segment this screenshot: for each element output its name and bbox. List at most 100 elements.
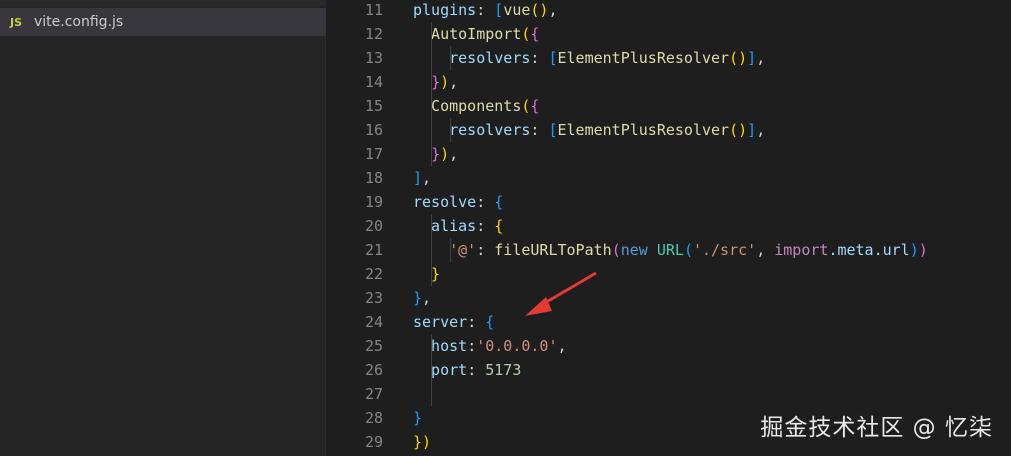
code-token: URL xyxy=(656,241,684,259)
indent-guide xyxy=(431,22,432,166)
code-token: , xyxy=(422,169,432,187)
code-token: : xyxy=(476,193,495,211)
code-token: () xyxy=(729,49,748,67)
code-text: ], xyxy=(413,166,431,190)
code-token: .meta.url xyxy=(828,241,910,259)
code-token: [ xyxy=(548,121,558,139)
code-token: ) xyxy=(918,241,928,259)
line-number: 17 xyxy=(364,145,383,163)
code-line[interactable]: 15 Components({ xyxy=(327,94,1011,118)
code-line[interactable]: 17 }), xyxy=(327,142,1011,166)
file-item-vite-config[interactable]: JS vite.config.js xyxy=(0,8,326,36)
code-token: ] xyxy=(747,121,757,139)
code-token: } xyxy=(431,73,441,91)
code-line[interactable]: 21 '@': fileURLToPath(new URL('./src', i… xyxy=(327,238,1011,262)
code-token: : xyxy=(467,361,486,379)
code-text: server: { xyxy=(413,310,494,334)
code-text: resolvers: [ElementPlusResolver()], xyxy=(413,46,765,70)
code-token: : xyxy=(530,49,549,67)
code-line[interactable]: 25 host:'0.0.0.0', xyxy=(327,334,1011,358)
code-token: , xyxy=(756,241,775,259)
code-token: plugins xyxy=(413,1,477,19)
code-text: plugins: [vue(), xyxy=(413,0,558,22)
code-token: , xyxy=(449,145,459,163)
line-number: 19 xyxy=(364,193,383,211)
code-token: , xyxy=(548,1,558,19)
code-text: alias: { xyxy=(413,214,503,238)
code-line[interactable]: 11 plugins: [vue(), xyxy=(327,0,1011,22)
code-token: '@' xyxy=(413,241,477,259)
code-token: vue xyxy=(503,1,531,19)
code-token: } xyxy=(431,145,441,163)
indent-guide xyxy=(450,118,451,142)
code-line[interactable]: 16 resolvers: [ElementPlusResolver()], xyxy=(327,118,1011,142)
code-token: Components xyxy=(413,97,522,115)
line-number: 23 xyxy=(364,289,383,307)
code-text: host:'0.0.0.0', xyxy=(413,334,567,358)
code-editor[interactable]: 11 plugins: [vue(), 12 AutoImport({13 reso… xyxy=(327,0,1011,456)
code-token: , xyxy=(756,121,766,139)
code-line[interactable]: 20 alias: { xyxy=(327,214,1011,238)
code-line[interactable]: 23}, xyxy=(327,286,1011,310)
code-text: port: 5173 xyxy=(413,358,521,382)
code-token: }) xyxy=(413,433,432,451)
code-token: ] xyxy=(413,169,423,187)
line-number: 22 xyxy=(364,265,383,283)
code-text: resolve: { xyxy=(413,190,503,214)
code-token: () xyxy=(530,1,549,19)
code-text: '@': fileURLToPath(new URL('./src', impo… xyxy=(413,238,928,262)
indent-guide xyxy=(431,214,432,286)
code-line[interactable]: 13 resolvers: [ElementPlusResolver()], xyxy=(327,46,1011,70)
code-token: import xyxy=(774,241,829,259)
code-token: , xyxy=(449,73,459,91)
code-text: } xyxy=(413,406,422,430)
code-text: } xyxy=(413,262,440,286)
code-token: { xyxy=(494,217,504,235)
code-token: fileURLToPath xyxy=(494,241,612,259)
code-line[interactable]: 19 resolve: { xyxy=(327,190,1011,214)
code-token: 5173 xyxy=(485,361,522,379)
code-token: server xyxy=(413,313,468,331)
code-token: : xyxy=(467,337,477,355)
code-token: alias xyxy=(413,217,477,235)
line-number: 14 xyxy=(364,73,383,91)
code-token: [ xyxy=(494,1,504,19)
code-token: host xyxy=(413,337,468,355)
code-line[interactable]: 24 server: { xyxy=(327,310,1011,334)
line-number: 20 xyxy=(364,217,383,235)
code-token: { xyxy=(530,97,540,115)
code-line[interactable]: 26 port: 5173 xyxy=(327,358,1011,382)
line-number: 25 xyxy=(364,337,383,355)
watermark: 掘金技术社区 @ 忆柒 xyxy=(760,415,993,441)
code-token: ) xyxy=(909,241,919,259)
code-line[interactable]: 18], xyxy=(327,166,1011,190)
code-text: }), xyxy=(413,70,458,94)
line-number: 18 xyxy=(364,169,383,187)
code-token: ( xyxy=(611,241,621,259)
indent-guide xyxy=(450,238,451,262)
code-text: resolvers: [ElementPlusResolver()], xyxy=(413,118,765,142)
code-token: port xyxy=(413,361,468,379)
code-token: } xyxy=(413,289,423,307)
code-token: } xyxy=(413,265,441,283)
code-token: ElementPlusResolver xyxy=(557,121,730,139)
line-number: 13 xyxy=(364,49,383,67)
code-line[interactable]: 22 } xyxy=(327,262,1011,286)
indent-guide xyxy=(431,334,432,406)
file-name-label: vite.config.js xyxy=(34,14,124,30)
code-token: , xyxy=(557,337,567,355)
code-line[interactable]: 27 xyxy=(327,382,1011,406)
code-line[interactable]: 12 AutoImport({ xyxy=(327,22,1011,46)
code-line[interactable]: 14 }), xyxy=(327,70,1011,94)
line-number: 29 xyxy=(364,433,383,451)
code-token: new xyxy=(620,241,657,259)
file-explorer-sidebar: JS vite.config.js xyxy=(0,0,326,456)
code-text: }) xyxy=(413,430,431,454)
code-token: , xyxy=(756,49,766,67)
code-token: { xyxy=(530,25,540,43)
code-token: : xyxy=(467,313,486,331)
indent-guide xyxy=(450,46,451,70)
line-number: 26 xyxy=(364,361,383,379)
line-number: 28 xyxy=(364,409,383,427)
